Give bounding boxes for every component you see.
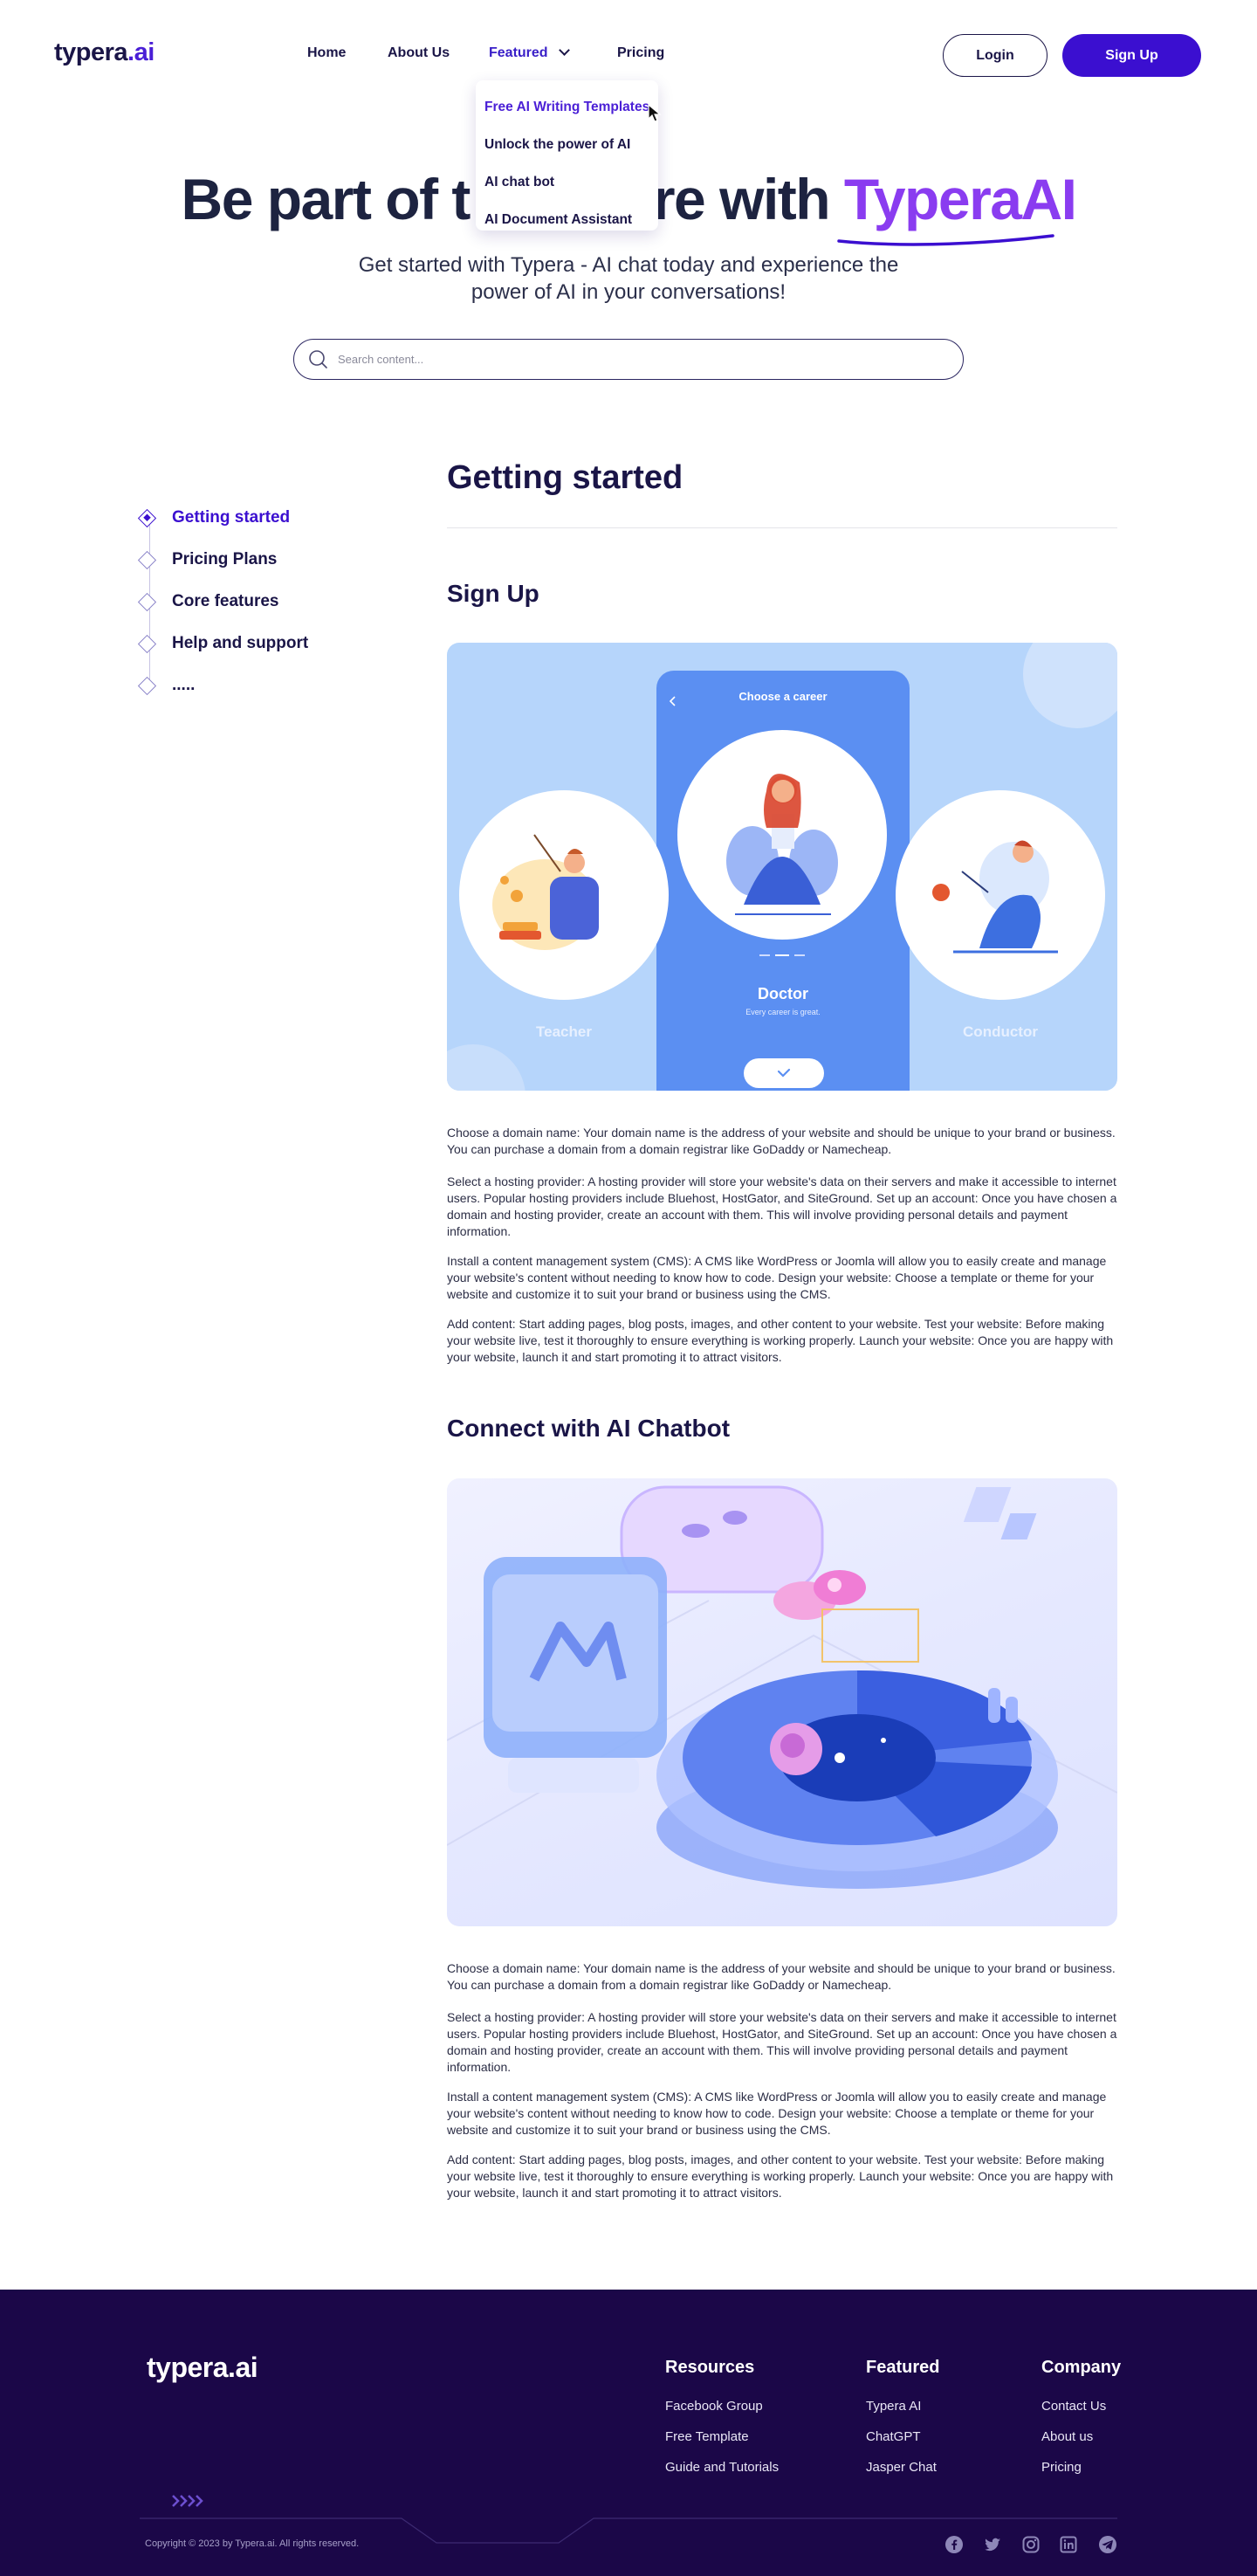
nav-pricing[interactable]: Pricing: [617, 45, 664, 61]
footer-link-chatgpt[interactable]: ChatGPT: [866, 2429, 921, 2444]
diamond-bullet-icon: [137, 550, 157, 569]
paragraph: Add content: Start adding pages, blog po…: [447, 1317, 1114, 1364]
footer-link-facebook-group[interactable]: Facebook Group: [665, 2399, 763, 2414]
chevron-down-icon: [558, 45, 570, 56]
footer-link-typera-ai[interactable]: Typera AI: [866, 2399, 921, 2414]
search-input[interactable]: [338, 353, 905, 366]
dropdown-item-chat-bot[interactable]: AI chat bot: [476, 163, 658, 201]
hero-title-accent: TyperaAI: [843, 167, 1077, 231]
toc-item-core-features[interactable]: Core features: [137, 592, 279, 611]
dropdown-item-free-templates[interactable]: Free AI Writing Templates: [476, 88, 658, 126]
toc-item-label: Getting started: [172, 508, 291, 527]
telegram-icon[interactable]: [1098, 2535, 1117, 2554]
title-underline-swash: [837, 234, 1054, 246]
twitter-icon[interactable]: [983, 2535, 1002, 2554]
paragraph: Install a content management system (CMS…: [447, 1254, 1107, 1301]
toc-item-label: Core features: [172, 592, 279, 610]
career-label-doctor: Doctor: [758, 985, 808, 1002]
toc-item-label: Help and support: [172, 634, 309, 652]
mouse-cursor-icon: [648, 104, 662, 122]
hero-subtitle: Get started with Typera - AI chat today …: [358, 253, 899, 304]
logo-text: typera: [54, 38, 128, 66]
career-card-header: Choose a career: [738, 690, 828, 703]
copyright-text: Copyright © 2023 by Typera.ai. All right…: [145, 2538, 360, 2549]
toc-item-pricing-plans[interactable]: Pricing Plans: [137, 550, 278, 569]
section-title-connect-chatbot: Connect with AI Chatbot: [447, 1415, 731, 1442]
toc-item-label: .....: [172, 676, 196, 694]
divider: [447, 527, 1117, 528]
footer-link-contact-us[interactable]: Contact Us: [1041, 2399, 1106, 2414]
facebook-icon[interactable]: [944, 2535, 964, 2554]
diamond-bullet-icon: [137, 676, 157, 695]
toc-item-more[interactable]: .....: [137, 676, 196, 695]
diamond-bullet-icon: [137, 508, 157, 527]
paragraph: Choose a domain name: Your domain name i…: [447, 1961, 1116, 1992]
footer-link-guides[interactable]: Guide and Tutorials: [665, 2460, 779, 2475]
footer-col-title-company: Company: [1041, 2358, 1122, 2377]
career-subtitle: Every career is great.: [745, 1008, 821, 1016]
featured-dropdown-menu: Free AI Writing Templates Unlock the pow…: [476, 80, 658, 231]
nav-featured[interactable]: Featured: [489, 45, 570, 61]
paragraph: Install a content management system (CMS…: [447, 2090, 1107, 2137]
nav-about-us[interactable]: About Us: [388, 45, 450, 61]
footer-link-about-us[interactable]: About us: [1041, 2429, 1093, 2444]
hero-title-part2: re with: [652, 167, 844, 231]
paragraph: Choose a domain name: Your domain name i…: [447, 1126, 1116, 1156]
hero-title-part1: Be part of t: [181, 167, 471, 231]
logo-suffix: .ai: [127, 38, 155, 66]
diamond-bullet-icon: [137, 634, 157, 653]
footer-col-title-resources: Resources: [665, 2358, 755, 2377]
footer-logo[interactable]: typera.ai: [147, 2352, 258, 2384]
search-icon: [309, 350, 327, 368]
career-label-conductor: Conductor: [963, 1023, 1038, 1040]
footer-link-pricing[interactable]: Pricing: [1041, 2460, 1082, 2475]
signup-button[interactable]: Sign Up: [1062, 34, 1201, 77]
nav-featured-label: Featured: [489, 45, 548, 60]
career-chooser-illustration: Choose a career Teacher Doctor Every car…: [447, 643, 1117, 1091]
search-bar[interactable]: [293, 339, 964, 380]
footer-link-jasper-chat[interactable]: Jasper Chat: [866, 2460, 937, 2475]
linkedin-icon[interactable]: [1059, 2535, 1078, 2554]
section-title-sign-up: Sign Up: [447, 580, 539, 607]
paragraph: Add content: Start adding pages, blog po…: [447, 2152, 1114, 2200]
chevrons-decoration-icon: [172, 2495, 203, 2507]
paragraph: Select a hosting provider: A hosting pro…: [447, 1174, 1117, 1238]
toc-item-getting-started[interactable]: Getting started: [137, 508, 291, 527]
diamond-bullet-icon: [137, 592, 157, 611]
toc-item-help-support[interactable]: Help and support: [137, 634, 309, 653]
page-title: Getting started: [447, 459, 683, 496]
dropdown-item-unlock-ai[interactable]: Unlock the power of AI: [476, 126, 658, 163]
nav-home[interactable]: Home: [307, 45, 346, 61]
paragraph: Select a hosting provider: A hosting pro…: [447, 2010, 1117, 2074]
logo[interactable]: typera.ai: [54, 38, 155, 67]
ai-chatbot-3d-illustration: [447, 1478, 1117, 1926]
career-label-teacher: Teacher: [536, 1023, 592, 1040]
instagram-icon[interactable]: [1021, 2535, 1041, 2554]
ai-illustration-svg: [447, 1485, 1117, 1889]
footer-link-free-template[interactable]: Free Template: [665, 2429, 749, 2444]
dropdown-item-document-assistant[interactable]: AI Document Assistant: [476, 201, 658, 238]
toc-item-label: Pricing Plans: [172, 550, 278, 568]
footer-col-title-featured: Featured: [866, 2358, 940, 2377]
login-button[interactable]: Login: [943, 34, 1048, 77]
